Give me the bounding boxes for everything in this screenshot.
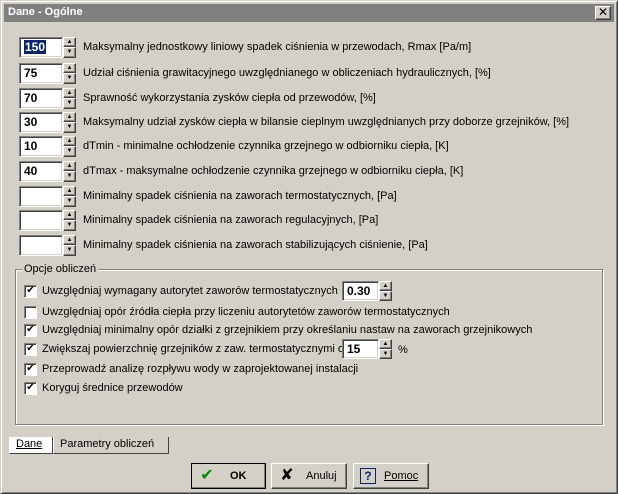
- stabilizing-drop-label: Minimalny spadek ciśnienia na zaworach s…: [83, 239, 428, 251]
- gravity-input[interactable]: 75: [19, 63, 63, 84]
- correct-diameters-label: Koryguj średnice przewodów: [42, 382, 183, 394]
- increase-surface-input[interactable]: 15: [342, 339, 379, 359]
- flow-analysis-label: Przeprowadź analizę rozpływu wody w zapr…: [42, 363, 359, 375]
- check-icon: ✔: [26, 285, 35, 296]
- spin-up-icon[interactable]: ▲: [63, 161, 76, 171]
- spin-up-icon[interactable]: ▲: [63, 186, 76, 196]
- spin-down-icon[interactable]: ▼: [63, 196, 76, 207]
- authority-checkbox[interactable]: ✔: [24, 285, 37, 298]
- spin-up-icon[interactable]: ▲: [63, 63, 76, 73]
- source-resistance-label: Uwzględniaj opór źródła ciepła przy licz…: [42, 306, 450, 318]
- efficiency-input[interactable]: 70: [19, 88, 63, 109]
- regulating-drop-label: Minimalny spadek ciśnienia na zaworach r…: [83, 214, 379, 226]
- help-icon: ?: [360, 468, 376, 484]
- window-title: Dane - Ogólne: [8, 6, 83, 18]
- regulating-drop-input[interactable]: [19, 210, 63, 231]
- gravity-label: Udział ciśnienia grawitacyjnego uwzględn…: [83, 67, 491, 79]
- spinner-arrows: ▲ ▼: [63, 136, 76, 157]
- spin-down-icon[interactable]: ▼: [63, 171, 76, 182]
- rmax-label: Maksymalny jednostkowy liniowy spadek ci…: [83, 41, 472, 53]
- spin-up-icon[interactable]: ▲: [63, 210, 76, 220]
- dtmin-label: dTmin - minimalne ochłodzenie czynnika g…: [83, 140, 449, 152]
- check-icon: ✔: [26, 343, 35, 354]
- checkmark-icon: ✔: [200, 467, 214, 484]
- spinner-arrows: ▲ ▼: [63, 186, 76, 207]
- min-resistance-checkbox[interactable]: ✔: [24, 324, 37, 337]
- spin-up-icon[interactable]: ▲: [63, 112, 76, 122]
- thermostatic-drop-spinner[interactable]: ▲ ▼: [19, 186, 76, 207]
- increase-surface-checkbox[interactable]: ✔: [24, 343, 37, 356]
- spinner-arrows: ▲ ▼: [63, 235, 76, 256]
- dtmax-spinner[interactable]: 40 ▲ ▼: [19, 161, 76, 182]
- spin-up-icon[interactable]: ▲: [63, 235, 76, 245]
- spinner-arrows: ▲ ▼: [63, 210, 76, 231]
- spinner-arrows: ▲ ▼: [379, 339, 392, 359]
- close-button[interactable]: ✕: [595, 6, 611, 20]
- close-icon: ✕: [597, 5, 609, 19]
- check-icon: ✔: [26, 363, 35, 374]
- correct-diameters-checkbox[interactable]: ✔: [24, 382, 37, 395]
- spin-up-icon[interactable]: ▲: [63, 88, 76, 98]
- dtmin-spinner[interactable]: 10 ▲ ▼: [19, 136, 76, 157]
- rmax-spinner[interactable]: 150 ▲ ▼: [19, 37, 76, 58]
- spin-down-icon[interactable]: ▼: [63, 245, 76, 256]
- tab-panel-dane: 150 ▲ ▼ Maksymalny jednostkowy liniowy s…: [9, 27, 611, 439]
- heat-gain-spinner[interactable]: 30 ▲ ▼: [19, 112, 76, 133]
- spin-up-icon[interactable]: ▲: [63, 37, 76, 47]
- flow-analysis-checkbox[interactable]: ✔: [24, 363, 37, 376]
- heat-gain-input[interactable]: 30: [19, 112, 63, 133]
- tab-dane[interactable]: Dane: [9, 437, 53, 454]
- spin-down-icon[interactable]: ▼: [63, 47, 76, 58]
- spinner-arrows: ▲ ▼: [63, 161, 76, 182]
- authority-input[interactable]: 0.30: [342, 281, 379, 301]
- spinner-arrows: ▲ ▼: [379, 281, 392, 301]
- min-resistance-label: Uwzględniaj minimalny opór działki z grz…: [42, 324, 533, 336]
- dtmax-label: dTmax - maksymalne ochłodzenie czynnika …: [83, 165, 464, 177]
- regulating-drop-spinner[interactable]: ▲ ▼: [19, 210, 76, 231]
- spin-up-icon[interactable]: ▲: [379, 339, 392, 349]
- spin-down-icon[interactable]: ▼: [63, 98, 76, 109]
- spin-down-icon[interactable]: ▼: [379, 349, 392, 359]
- cancel-button[interactable]: ✘ Anuluj: [271, 463, 347, 489]
- check-icon: ✔: [26, 382, 35, 393]
- rmax-input[interactable]: 150: [19, 37, 63, 58]
- spinner-arrows: ▲ ▼: [63, 112, 76, 133]
- authority-spinner[interactable]: 0.30 ▲ ▼: [342, 281, 392, 301]
- check-icon: ✔: [26, 324, 35, 335]
- efficiency-label: Sprawność wykorzystania zysków ciepła od…: [83, 92, 376, 104]
- spin-down-icon[interactable]: ▼: [63, 122, 76, 133]
- efficiency-spinner[interactable]: 70 ▲ ▼: [19, 88, 76, 109]
- stabilizing-drop-input[interactable]: [19, 235, 63, 256]
- percent-unit: %: [398, 344, 408, 356]
- source-resistance-checkbox[interactable]: [24, 306, 37, 319]
- gravity-spinner[interactable]: 75 ▲ ▼: [19, 63, 76, 84]
- thermostatic-drop-input[interactable]: [19, 186, 63, 207]
- spinner-arrows: ▲ ▼: [63, 63, 76, 84]
- spinner-arrows: ▲ ▼: [63, 88, 76, 109]
- spin-down-icon[interactable]: ▼: [63, 220, 76, 231]
- authority-label: Uwzględniaj wymagany autorytet zaworów t…: [42, 285, 338, 297]
- help-button[interactable]: ? Pomoc: [353, 463, 429, 489]
- spin-down-icon[interactable]: ▼: [63, 73, 76, 84]
- spin-down-icon[interactable]: ▼: [379, 291, 392, 301]
- increase-surface-label: Zwiększaj powierzchnię grzejników z zaw.…: [42, 343, 344, 355]
- spin-up-icon[interactable]: ▲: [63, 136, 76, 146]
- options-group-title: Opcje obliczeń: [22, 263, 99, 275]
- heat-gain-label: Maksymalny udział zysków ciepła w bilans…: [83, 116, 570, 128]
- title-bar: Dane - Ogólne ✕: [4, 4, 614, 22]
- dtmax-input[interactable]: 40: [19, 161, 63, 182]
- spin-down-icon[interactable]: ▼: [63, 146, 76, 157]
- cross-icon: ✘: [280, 467, 294, 484]
- thermostatic-drop-label: Minimalny spadek ciśnienia na zaworach t…: [83, 190, 397, 202]
- tab-parametry-obliczen[interactable]: Parametry obliczeń: [53, 437, 169, 454]
- stabilizing-drop-spinner[interactable]: ▲ ▼: [19, 235, 76, 256]
- spinner-arrows: ▲ ▼: [63, 37, 76, 58]
- options-group: Opcje obliczeń ✔ Uwzględniaj wymagany au…: [15, 263, 603, 425]
- dialog-window: Dane - Ogólne ✕ 150 ▲ ▼ Maksymalny jedno…: [0, 0, 618, 494]
- dtmin-input[interactable]: 10: [19, 136, 63, 157]
- ok-button[interactable]: ✔ OK: [191, 463, 266, 489]
- increase-surface-spinner[interactable]: 15 ▲ ▼: [342, 339, 392, 359]
- spin-up-icon[interactable]: ▲: [379, 281, 392, 291]
